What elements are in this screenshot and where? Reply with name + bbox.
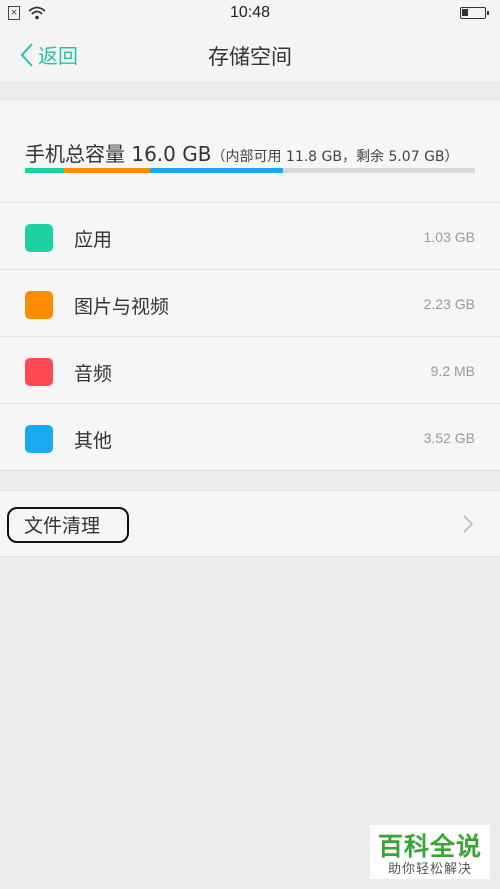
category-row[interactable]: 图片与视频 2.23 GB: [0, 270, 500, 337]
category-label: 音频: [74, 363, 113, 385]
page-title: 存储空间: [208, 45, 292, 69]
nav-bar: 返回 存储空间: [0, 28, 500, 83]
category-row[interactable]: 其他 3.52 GB: [0, 404, 500, 471]
category-row[interactable]: 应用 1.03 GB: [0, 203, 500, 270]
battery-low-icon: [460, 7, 489, 19]
highlight-annotation: [7, 507, 129, 543]
total-capacity-label: 手机总容量 16.0 GB: [25, 142, 212, 166]
file-cleanup-row[interactable]: 文件清理: [0, 490, 500, 557]
usage-bar: [25, 168, 475, 173]
usage-segment: [283, 168, 475, 173]
category-row[interactable]: 音频 9.2 MB: [0, 337, 500, 404]
watermark-logo: 百科全说 助你轻松解决: [370, 825, 490, 879]
category-color-swatch: [25, 425, 53, 453]
usage-segment: [63, 168, 150, 173]
status-time: 10:48: [229, 4, 271, 21]
chevron-right-icon: [463, 515, 474, 537]
capacity-detail: （内部可用 11.8 GB，剩余 5.07 GB）: [211, 149, 459, 165]
status-bar: × 10:48: [0, 0, 500, 28]
storage-summary: 手机总容量 16.0 GB（内部可用 11.8 GB，剩余 5.07 GB）: [0, 99, 500, 203]
category-label: 图片与视频: [74, 296, 170, 318]
category-size: 9.2 MB: [430, 363, 475, 379]
category-color-swatch: [25, 224, 53, 252]
category-size: 1.03 GB: [423, 229, 475, 245]
category-label: 应用: [74, 229, 113, 251]
category-color-swatch: [25, 291, 53, 319]
usage-segment: [25, 168, 64, 173]
total-capacity: 手机总容量 16.0 GB（内部可用 11.8 GB，剩余 5.07 GB）: [25, 138, 459, 167]
category-label: 其他: [74, 430, 113, 452]
usage-segment: [149, 168, 284, 173]
watermark-subtitle: 助你轻松解决: [387, 862, 472, 877]
category-color-swatch: [25, 358, 53, 386]
category-size: 2.23 GB: [423, 296, 475, 312]
category-list: 应用 1.03 GB 图片与视频 2.23 GB 音频 9.2 MB 其他 3.52 GB: [0, 203, 500, 471]
category-size: 3.52 GB: [423, 430, 475, 446]
